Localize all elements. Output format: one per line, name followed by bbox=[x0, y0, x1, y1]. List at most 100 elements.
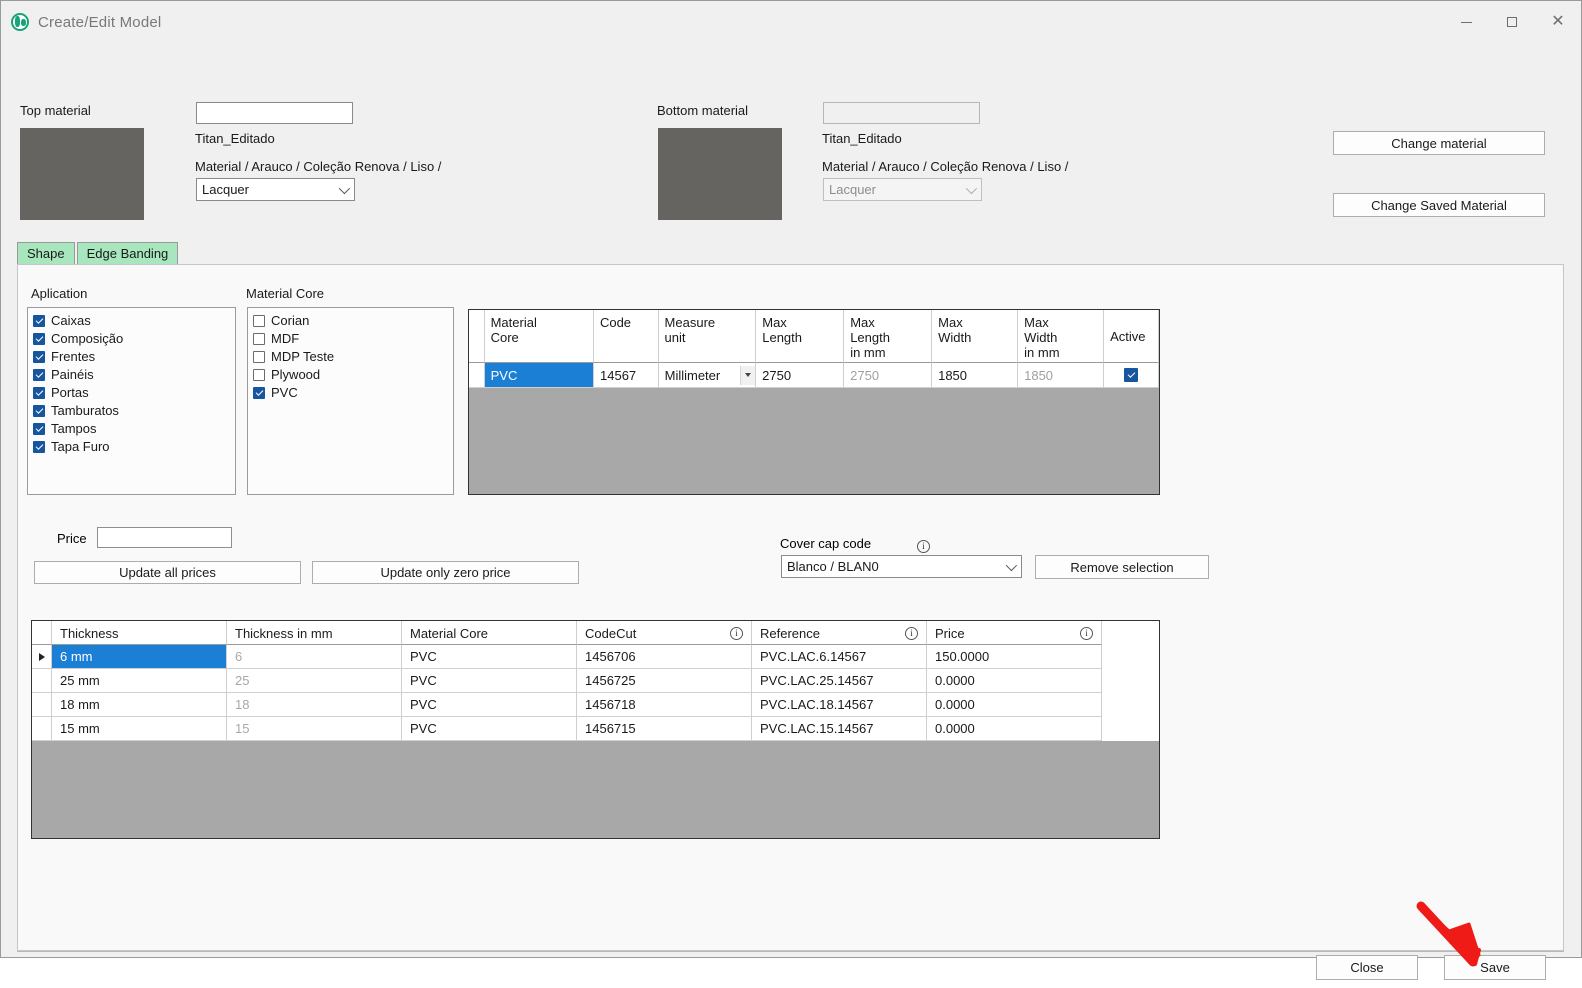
table-row[interactable]: PVC 14567 Millimeter 2750 2750 1850 1850 bbox=[469, 363, 1159, 388]
core-grid-cell-max-width[interactable]: 1850 bbox=[932, 363, 1018, 388]
checkbox-unchecked-icon[interactable] bbox=[253, 333, 265, 345]
core-grid-col-code[interactable]: Code bbox=[594, 310, 659, 363]
checkbox-checked-icon[interactable] bbox=[33, 441, 45, 453]
table-row[interactable]: 6 mm 6 PVC 1456706 PVC.LAC.6.14567 150.0… bbox=[32, 645, 1159, 669]
tab-edge-banding[interactable]: Edge Banding bbox=[77, 242, 179, 265]
core-grid-col-active[interactable]: Active bbox=[1104, 310, 1159, 363]
minimize-button[interactable] bbox=[1443, 1, 1489, 43]
list-item[interactable]: PVC bbox=[248, 384, 453, 401]
thickness-cell[interactable]: 18 mm bbox=[52, 693, 227, 717]
info-icon[interactable]: i bbox=[917, 540, 930, 553]
top-material-finish-select[interactable]: Lacquer bbox=[196, 178, 355, 201]
price-cell[interactable]: 0.0000 bbox=[927, 717, 1102, 741]
tab-shape[interactable]: Shape bbox=[17, 242, 75, 265]
info-icon[interactable]: i bbox=[1080, 627, 1093, 640]
table-row[interactable]: 25 mm 25 PVC 1456725 PVC.LAC.25.14567 0.… bbox=[32, 669, 1159, 693]
codecut-cell[interactable]: 1456715 bbox=[577, 717, 752, 741]
reference-cell[interactable]: PVC.LAC.18.14567 bbox=[752, 693, 927, 717]
list-item[interactable]: MDF bbox=[248, 330, 453, 347]
price-cell[interactable]: 150.0000 bbox=[927, 645, 1102, 669]
core-grid-cell-code[interactable]: 14567 bbox=[594, 363, 659, 388]
list-item[interactable]: Caixas bbox=[28, 312, 235, 329]
table-row[interactable]: 18 mm 18 PVC 1456718 PVC.LAC.18.14567 0.… bbox=[32, 693, 1159, 717]
list-item[interactable]: Painéis bbox=[28, 366, 235, 383]
bottom-material-name-input[interactable] bbox=[823, 102, 980, 124]
codecut-cell[interactable]: 1456706 bbox=[577, 645, 752, 669]
list-item[interactable]: Frentes bbox=[28, 348, 235, 365]
core-grid-col-measure-unit[interactable]: Measure unit bbox=[659, 310, 757, 363]
minimize-icon bbox=[1461, 22, 1472, 23]
application-checkbox-list[interactable]: Caixas Composição Frentes Painéis Portas… bbox=[27, 307, 236, 495]
remove-selection-button[interactable]: Remove selection bbox=[1035, 555, 1209, 579]
info-icon[interactable]: i bbox=[730, 627, 743, 640]
core-grid-cell-material-core[interactable]: PVC bbox=[485, 363, 594, 388]
thickness-grid-rowheader-corner bbox=[32, 621, 52, 645]
core-grid-col-material-core[interactable]: Material Core bbox=[485, 310, 594, 363]
list-item[interactable]: Portas bbox=[28, 384, 235, 401]
checkbox-checked-icon[interactable] bbox=[33, 405, 45, 417]
top-material-name-input[interactable] bbox=[196, 102, 353, 124]
cover-cap-code-select[interactable]: Blanco / BLAN0 bbox=[781, 555, 1022, 578]
reference-cell[interactable]: PVC.LAC.15.14567 bbox=[752, 717, 927, 741]
thickness-grid-col-codecut[interactable]: CodeCuti bbox=[577, 621, 752, 645]
checkbox-checked-icon[interactable] bbox=[33, 351, 45, 363]
price-input[interactable] bbox=[97, 527, 232, 548]
price-cell[interactable]: 0.0000 bbox=[927, 669, 1102, 693]
core-grid-col-max-length[interactable]: Max Length bbox=[756, 310, 844, 363]
thickness-cell[interactable]: 25 mm bbox=[52, 669, 227, 693]
update-only-zero-price-button[interactable]: Update only zero price bbox=[312, 561, 579, 584]
thickness-cell[interactable]: 15 mm bbox=[52, 717, 227, 741]
core-grid-cell-active[interactable] bbox=[1104, 363, 1159, 388]
thickness-grid-col-material-core[interactable]: Material Core bbox=[402, 621, 577, 645]
core-grid-col-max-width[interactable]: Max Width bbox=[932, 310, 1018, 363]
thickness-grid-col-thickness-mm[interactable]: Thickness in mm bbox=[227, 621, 402, 645]
info-icon[interactable]: i bbox=[905, 627, 918, 640]
close-button[interactable]: Close bbox=[1316, 955, 1418, 980]
change-saved-material-button[interactable]: Change Saved Material bbox=[1333, 193, 1545, 217]
list-item[interactable]: Tamburatos bbox=[28, 402, 235, 419]
table-row[interactable]: 15 mm 15 PVC 1456715 PVC.LAC.15.14567 0.… bbox=[32, 717, 1159, 741]
core-grid-cell-measure-unit[interactable]: Millimeter bbox=[659, 363, 757, 388]
core-grid[interactable]: Material Core Code Measure unit Max Leng… bbox=[468, 309, 1160, 495]
thickness-grid-col-price[interactable]: Pricei bbox=[927, 621, 1102, 645]
checkbox-unchecked-icon[interactable] bbox=[253, 315, 265, 327]
material-core-checkbox-list[interactable]: Corian MDF MDP Teste Plywood PVC bbox=[247, 307, 454, 495]
material-core-cell[interactable]: PVC bbox=[402, 717, 577, 741]
list-item[interactable]: Corian bbox=[248, 312, 453, 329]
material-core-cell[interactable]: PVC bbox=[402, 645, 577, 669]
list-item[interactable]: Tampos bbox=[28, 420, 235, 437]
codecut-cell[interactable]: 1456718 bbox=[577, 693, 752, 717]
list-item[interactable]: Tapa Furo bbox=[28, 438, 235, 455]
checkbox-checked-icon[interactable] bbox=[33, 333, 45, 345]
checkbox-checked-icon[interactable] bbox=[33, 369, 45, 381]
core-grid-col-max-length-mm[interactable]: Max Length in mm bbox=[844, 310, 932, 363]
checkbox-unchecked-icon[interactable] bbox=[253, 351, 265, 363]
checkbox-checked-icon[interactable] bbox=[253, 387, 265, 399]
checkbox-unchecked-icon[interactable] bbox=[253, 369, 265, 381]
save-button[interactable]: Save bbox=[1444, 955, 1546, 980]
thickness-grid-col-reference[interactable]: Referencei bbox=[752, 621, 927, 645]
close-window-button[interactable]: ✕ bbox=[1535, 1, 1581, 43]
material-core-cell[interactable]: PVC bbox=[402, 693, 577, 717]
thickness-cell[interactable]: 6 mm bbox=[52, 645, 227, 669]
reference-cell[interactable]: PVC.LAC.6.14567 bbox=[752, 645, 927, 669]
list-item[interactable]: Plywood bbox=[248, 366, 453, 383]
checkbox-checked-icon[interactable] bbox=[33, 423, 45, 435]
checkbox-checked-icon[interactable] bbox=[1124, 368, 1138, 382]
maximize-button[interactable] bbox=[1489, 1, 1535, 43]
codecut-cell[interactable]: 1456725 bbox=[577, 669, 752, 693]
thickness-grid-col-thickness[interactable]: Thickness bbox=[52, 621, 227, 645]
reference-cell[interactable]: PVC.LAC.25.14567 bbox=[752, 669, 927, 693]
caret-down-icon[interactable] bbox=[740, 366, 755, 385]
price-cell[interactable]: 0.0000 bbox=[927, 693, 1102, 717]
list-item[interactable]: MDP Teste bbox=[248, 348, 453, 365]
list-item[interactable]: Composição bbox=[28, 330, 235, 347]
change-material-button[interactable]: Change material bbox=[1333, 131, 1545, 155]
update-all-prices-button[interactable]: Update all prices bbox=[34, 561, 301, 584]
thickness-grid[interactable]: Thickness Thickness in mm Material Core … bbox=[31, 620, 1160, 839]
core-grid-col-max-width-mm[interactable]: Max Width in mm bbox=[1018, 310, 1104, 363]
material-core-cell[interactable]: PVC bbox=[402, 669, 577, 693]
core-grid-cell-max-length[interactable]: 2750 bbox=[756, 363, 844, 388]
checkbox-checked-icon[interactable] bbox=[33, 387, 45, 399]
checkbox-checked-icon[interactable] bbox=[33, 315, 45, 327]
